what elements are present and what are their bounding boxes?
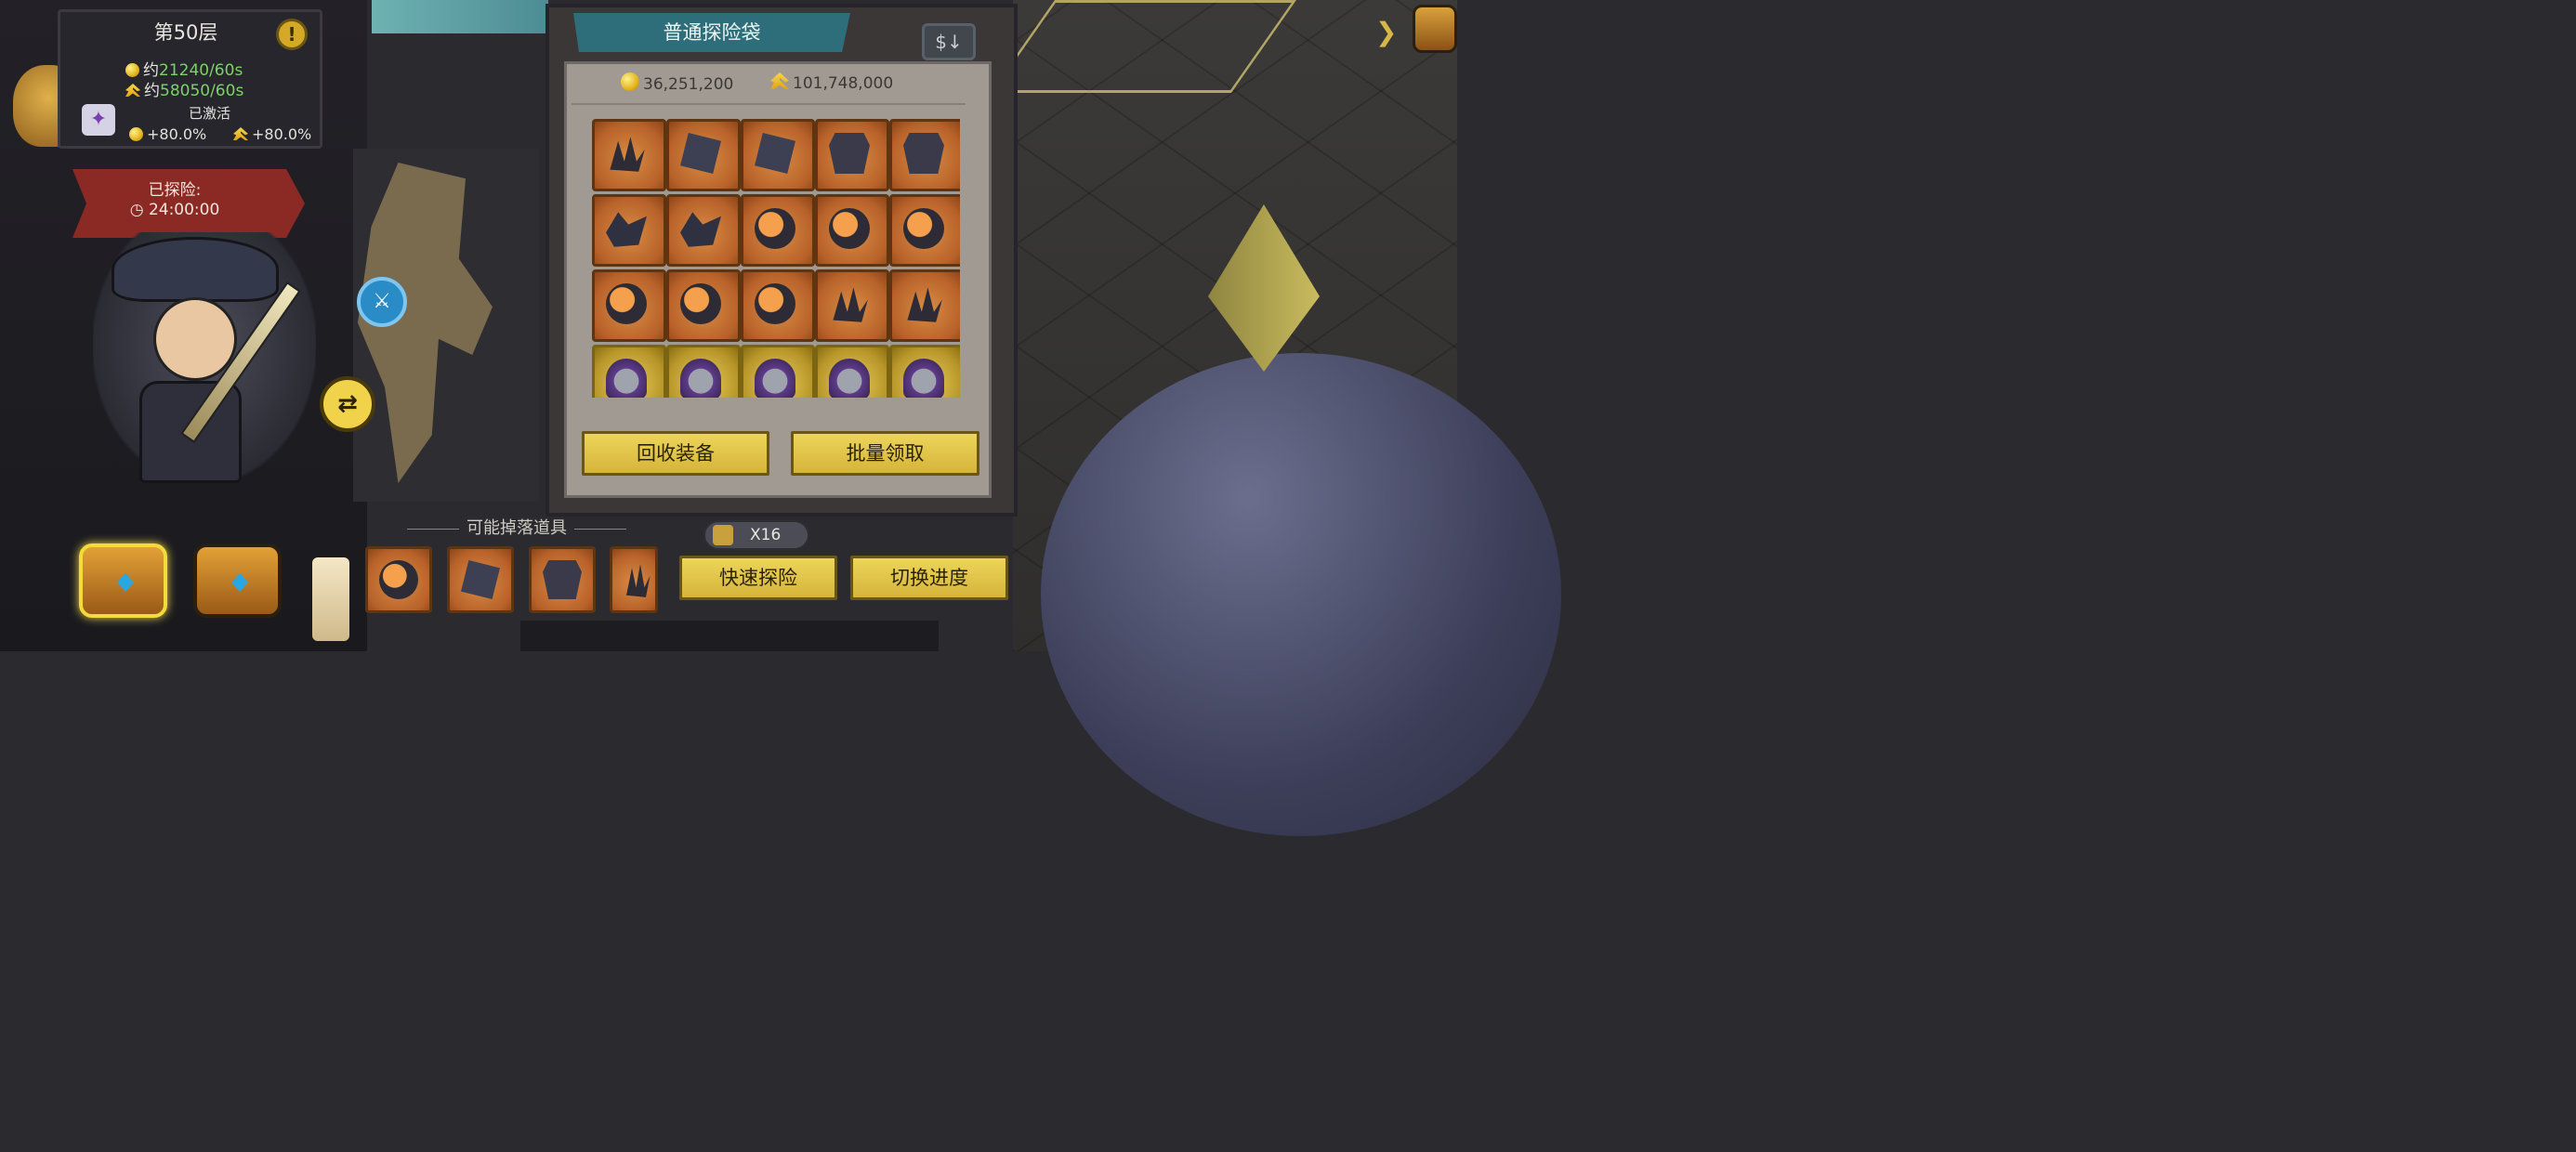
orb-icon <box>829 208 870 249</box>
bottom-decor-strip <box>520 621 939 651</box>
drop-item[interactable] <box>447 546 514 613</box>
exp-chevron-icon <box>770 72 789 89</box>
explore-label: 已探险: <box>148 181 202 200</box>
chain-icon <box>680 133 721 174</box>
divider <box>572 103 966 105</box>
bag-item-slot[interactable] <box>741 345 815 398</box>
switch-progress-button[interactable]: 切换进度 <box>850 556 1008 600</box>
claw-icon <box>833 287 868 322</box>
bag-item-slot[interactable] <box>666 194 741 267</box>
bag-item-slot[interactable] <box>592 194 666 267</box>
bag-item-slot[interactable] <box>741 269 815 342</box>
bag-item-slot[interactable] <box>666 345 741 398</box>
drop-item[interactable] <box>610 546 658 613</box>
exp-bonus-value: +80.0% <box>252 125 312 143</box>
floor-title: 第50层 <box>153 21 218 44</box>
battle-marker-icon[interactable]: ⚔ <box>357 277 407 327</box>
stained-glass-decor <box>372 0 548 33</box>
gold-coin-icon <box>125 63 139 77</box>
bag-item-slot[interactable] <box>815 345 889 398</box>
gold-coin-icon <box>129 127 143 141</box>
gold-amount-value: 36,251,200 <box>643 75 734 94</box>
dome-structure <box>1041 353 1561 836</box>
exp-rate-value: 58050/60s <box>160 82 244 100</box>
arrow-right-icon[interactable]: ❯ <box>1375 17 1400 47</box>
exp-chevron-icon <box>125 84 140 97</box>
orb-icon <box>903 208 944 249</box>
bag-item-slot[interactable] <box>741 194 815 267</box>
scroll-icon[interactable]: ✦ <box>82 104 115 136</box>
bag-item-slot[interactable] <box>889 345 960 398</box>
gold-amount: 36,251,200 <box>621 72 733 94</box>
gold-coin-icon <box>621 72 639 91</box>
orb-icon <box>680 283 721 324</box>
gold-bonus: +80.0% <box>129 125 206 143</box>
recycle-equipment-button[interactable]: 回收装备 <box>582 431 769 476</box>
sort-button[interactable]: $↓ <box>922 23 976 60</box>
chain-icon <box>755 133 795 174</box>
skull-icon <box>680 359 721 398</box>
bag-item-slot[interactable] <box>815 119 889 191</box>
orb-icon <box>379 560 418 599</box>
claw-icon <box>610 137 645 172</box>
armor-icon <box>829 133 870 174</box>
claw-icon <box>907 287 942 322</box>
bag-item-slot[interactable] <box>592 119 666 191</box>
bonus-status: 已激活 <box>189 105 231 122</box>
bag-item-slot[interactable] <box>815 194 889 267</box>
beast-icon <box>680 212 721 247</box>
gold-bonus-value: +80.0% <box>147 125 207 143</box>
explore-time: ◷ 24:00:00 <box>72 201 277 219</box>
possible-drops-label: 可能掉落道具 <box>400 515 634 539</box>
bag-item-slot[interactable] <box>889 269 960 342</box>
armor-icon <box>543 560 582 599</box>
bag-title: 普通探险袋 <box>573 13 850 52</box>
chain-icon <box>461 560 500 599</box>
orb-icon <box>606 283 647 324</box>
bag-item-slot[interactable] <box>666 119 741 191</box>
skull-icon <box>755 359 795 398</box>
ticket-icon <box>713 525 733 545</box>
exp-chevron-icon <box>233 127 248 140</box>
drop-item[interactable] <box>365 546 432 613</box>
bag-item-slot[interactable] <box>592 345 666 398</box>
exp-amount: 101,748,000 <box>770 72 893 93</box>
ticket-count-value: X16 <box>750 526 782 544</box>
bag-item-slot[interactable] <box>592 269 666 342</box>
bag-item-slot[interactable] <box>815 269 889 342</box>
exp-rate-prefix: 约 <box>144 82 160 100</box>
orb-icon <box>755 208 795 249</box>
explore-ticket-count: X16 <box>703 520 809 550</box>
armor-icon <box>903 133 944 174</box>
candle-icon <box>312 557 349 641</box>
clock-icon: ◷ <box>129 201 149 219</box>
bag-item-slot[interactable] <box>889 194 960 267</box>
explore-time-value: 24:00:00 <box>148 201 220 219</box>
batch-claim-button[interactable]: 批量领取 <box>791 431 979 476</box>
orb-icon <box>755 283 795 324</box>
bag-item-slot[interactable] <box>666 269 741 342</box>
skull-icon <box>903 359 944 398</box>
hero-hat <box>112 237 279 302</box>
exp-amount-value: 101,748,000 <box>793 74 894 93</box>
exp-rate: 约58050/60s <box>125 77 243 100</box>
beast-icon <box>606 212 647 247</box>
hero-face <box>153 297 237 381</box>
treasure-chest-icon[interactable] <box>1413 5 1457 53</box>
claw-icon <box>626 564 651 597</box>
timed-chest-button[interactable] <box>193 543 282 618</box>
swap-button[interactable]: ⇄ <box>320 376 375 432</box>
alert-icon[interactable]: ! <box>276 19 308 50</box>
skull-icon <box>606 359 647 398</box>
bag-item-slot[interactable] <box>889 119 960 191</box>
drop-item[interactable] <box>529 546 596 613</box>
explore-banner: 已探险: ◷ 24:00:00 <box>72 169 305 238</box>
skull-icon <box>829 359 870 398</box>
possible-drops-text: 可能掉落道具 <box>467 518 567 538</box>
bag-item-slot[interactable] <box>741 119 815 191</box>
exp-bonus: +80.0% <box>233 125 311 143</box>
reward-chest-button[interactable] <box>79 543 167 618</box>
quick-explore-button[interactable]: 快速探险 <box>679 556 837 600</box>
bag-item-grid[interactable] <box>592 119 960 398</box>
